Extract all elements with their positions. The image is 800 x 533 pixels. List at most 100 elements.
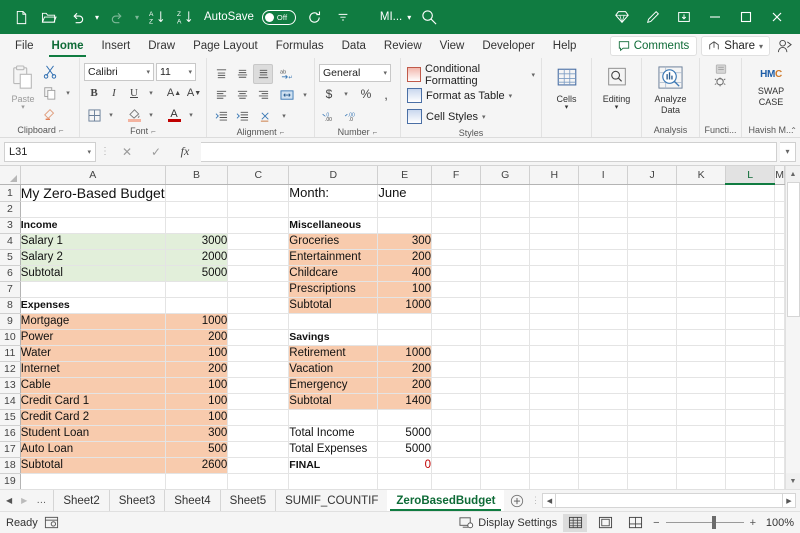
comma-style-icon[interactable]: , bbox=[376, 84, 396, 104]
cell-K12[interactable] bbox=[677, 361, 726, 377]
cell-C18[interactable] bbox=[228, 457, 289, 473]
cell-I17[interactable] bbox=[579, 441, 628, 457]
cell-A6[interactable]: Subtotal bbox=[20, 265, 165, 281]
cell-M5[interactable] bbox=[775, 249, 785, 265]
wrap-text-caret-icon[interactable]: ▾ bbox=[277, 106, 291, 126]
column-header-K[interactable]: K bbox=[677, 166, 726, 184]
cell-D7[interactable]: Prescriptions bbox=[289, 281, 378, 297]
row-header-13[interactable]: 13 bbox=[0, 377, 20, 393]
cell-D16[interactable]: Total Income bbox=[289, 425, 378, 441]
minimize-button[interactable] bbox=[700, 4, 730, 30]
cell-J19[interactable] bbox=[628, 473, 677, 489]
cell-J7[interactable] bbox=[628, 281, 677, 297]
cell-L16[interactable] bbox=[726, 425, 775, 441]
cell-G2[interactable] bbox=[481, 201, 530, 217]
wrap-text-icon[interactable] bbox=[256, 106, 276, 126]
cell-E3[interactable] bbox=[378, 217, 432, 233]
percent-style-icon[interactable]: % bbox=[356, 84, 376, 104]
cell-H14[interactable] bbox=[530, 393, 579, 409]
cell-H1[interactable] bbox=[530, 184, 579, 201]
cell-K6[interactable] bbox=[677, 265, 726, 281]
sheet-tab-zerobasedbudget[interactable]: ZeroBasedBudget bbox=[387, 490, 504, 511]
cell-D10[interactable]: Savings bbox=[289, 329, 378, 345]
cell-G12[interactable] bbox=[481, 361, 530, 377]
cell-H7[interactable] bbox=[530, 281, 579, 297]
cell-G18[interactable] bbox=[481, 457, 530, 473]
underline-button[interactable]: U bbox=[124, 83, 144, 103]
cell-K10[interactable] bbox=[677, 329, 726, 345]
restore-icon[interactable] bbox=[669, 4, 699, 30]
cell-D9[interactable] bbox=[289, 313, 378, 329]
cell-G3[interactable] bbox=[481, 217, 530, 233]
cell-E6[interactable]: 400 bbox=[378, 265, 432, 281]
cell-M10[interactable] bbox=[775, 329, 785, 345]
cell-E16[interactable]: 5000 bbox=[378, 425, 432, 441]
tab-draw[interactable]: Draw bbox=[139, 34, 184, 58]
cell-J1[interactable] bbox=[628, 184, 677, 201]
cells-dropdown-caret[interactable]: ▾ bbox=[565, 105, 569, 111]
cell-C4[interactable] bbox=[228, 233, 289, 249]
cell-E15[interactable] bbox=[378, 409, 432, 425]
cell-C17[interactable] bbox=[228, 441, 289, 457]
cell-J16[interactable] bbox=[628, 425, 677, 441]
cell-L15[interactable] bbox=[726, 409, 775, 425]
paste-dropdown-caret[interactable]: ▾ bbox=[21, 105, 25, 111]
cell-A3[interactable]: Income bbox=[20, 217, 165, 233]
borders-caret-icon[interactable]: ▾ bbox=[104, 105, 118, 125]
cell-J9[interactable] bbox=[628, 313, 677, 329]
cell-G10[interactable] bbox=[481, 329, 530, 345]
cell-G9[interactable] bbox=[481, 313, 530, 329]
autosave-toggle[interactable]: Off bbox=[262, 10, 296, 25]
cell-H16[interactable] bbox=[530, 425, 579, 441]
cell-L11[interactable] bbox=[726, 345, 775, 361]
cell-A10[interactable]: Power bbox=[20, 329, 165, 345]
cell-L12[interactable] bbox=[726, 361, 775, 377]
cell-I19[interactable] bbox=[579, 473, 628, 489]
cell-A7[interactable] bbox=[20, 281, 165, 297]
row-header-2[interactable]: 2 bbox=[0, 201, 20, 217]
cell-L13[interactable] bbox=[726, 377, 775, 393]
cell-G17[interactable] bbox=[481, 441, 530, 457]
cell-A16[interactable]: Student Loan bbox=[20, 425, 165, 441]
number-dialog-launcher[interactable]: ⌐ bbox=[373, 126, 378, 139]
cell-E9[interactable] bbox=[378, 313, 432, 329]
cell-C16[interactable] bbox=[228, 425, 289, 441]
cell-B14[interactable]: 100 bbox=[165, 393, 228, 409]
cell-G19[interactable] bbox=[481, 473, 530, 489]
cell-J18[interactable] bbox=[628, 457, 677, 473]
zoom-out-button[interactable]: − bbox=[653, 517, 659, 529]
column-header-D[interactable]: D bbox=[289, 166, 378, 184]
cell-I14[interactable] bbox=[579, 393, 628, 409]
merge-and-center-icon[interactable] bbox=[277, 85, 297, 105]
row-header-9[interactable]: 9 bbox=[0, 313, 20, 329]
cell-B9[interactable]: 1000 bbox=[165, 313, 228, 329]
cell-F11[interactable] bbox=[432, 345, 481, 361]
cell-C3[interactable] bbox=[228, 217, 289, 233]
cell-H11[interactable] bbox=[530, 345, 579, 361]
cell-J12[interactable] bbox=[628, 361, 677, 377]
cell-C13[interactable] bbox=[228, 377, 289, 393]
zoom-slider-knob[interactable] bbox=[712, 516, 716, 529]
cell-J15[interactable] bbox=[628, 409, 677, 425]
cell-I16[interactable] bbox=[579, 425, 628, 441]
cell-K13[interactable] bbox=[677, 377, 726, 393]
cell-I1[interactable] bbox=[579, 184, 628, 201]
cell-I6[interactable] bbox=[579, 265, 628, 281]
cell-B3[interactable] bbox=[165, 217, 228, 233]
cell-M18[interactable] bbox=[775, 457, 785, 473]
cell-K16[interactable] bbox=[677, 425, 726, 441]
cell-L8[interactable] bbox=[726, 297, 775, 313]
cell-I18[interactable] bbox=[579, 457, 628, 473]
cell-J6[interactable] bbox=[628, 265, 677, 281]
format-as-table-button[interactable]: Format as Table ▾ bbox=[405, 85, 514, 106]
cell-L2[interactable] bbox=[726, 201, 775, 217]
cell-I7[interactable] bbox=[579, 281, 628, 297]
expand-formula-bar-caret[interactable]: ▾ bbox=[780, 142, 796, 162]
cell-C7[interactable] bbox=[228, 281, 289, 297]
cell-I11[interactable] bbox=[579, 345, 628, 361]
row-header-4[interactable]: 4 bbox=[0, 233, 20, 249]
cell-G4[interactable] bbox=[481, 233, 530, 249]
cell-J17[interactable] bbox=[628, 441, 677, 457]
cell-C12[interactable] bbox=[228, 361, 289, 377]
cell-E17[interactable]: 5000 bbox=[378, 441, 432, 457]
